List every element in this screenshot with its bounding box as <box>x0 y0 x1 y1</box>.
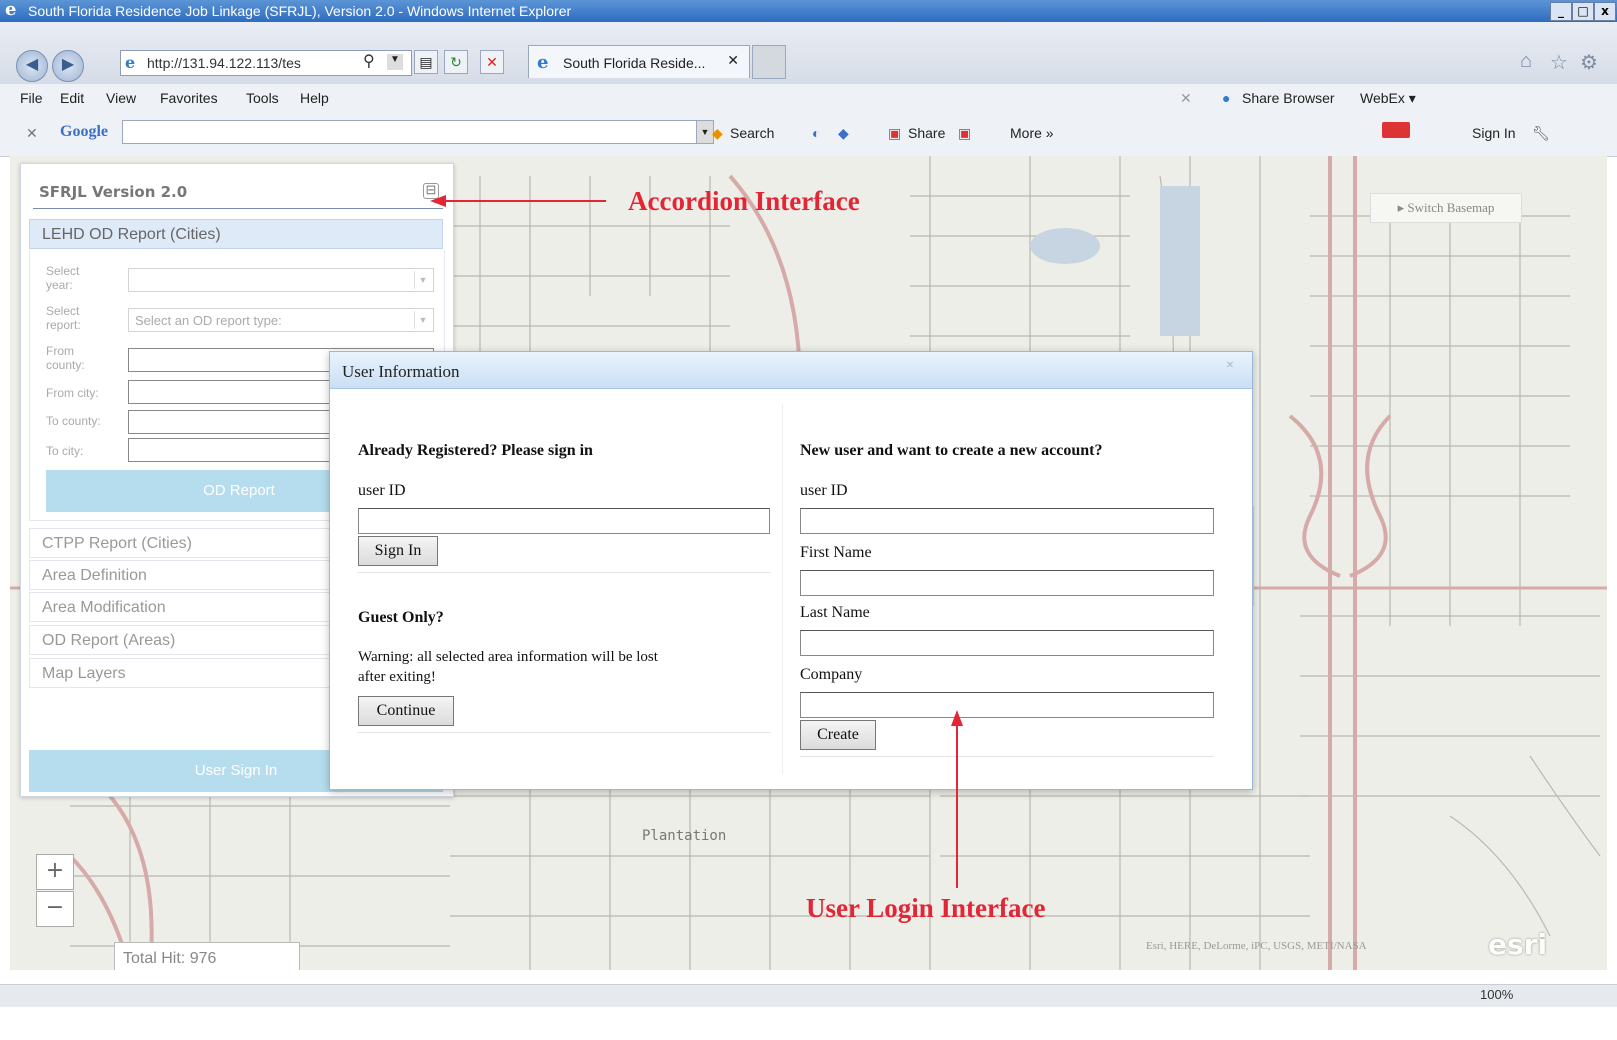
accordion-arrowhead <box>430 195 446 207</box>
annotation-arrows <box>430 195 963 888</box>
status-strip <box>0 984 1617 1007</box>
accordion-annotation: Accordion Interface <box>628 186 860 216</box>
login-arrowhead <box>951 710 963 726</box>
zoom-level-control[interactable]: 100% <box>1480 987 1513 1002</box>
login-annotation: User Login Interface <box>806 893 1046 923</box>
status-bar: 100% <box>0 970 1617 1040</box>
